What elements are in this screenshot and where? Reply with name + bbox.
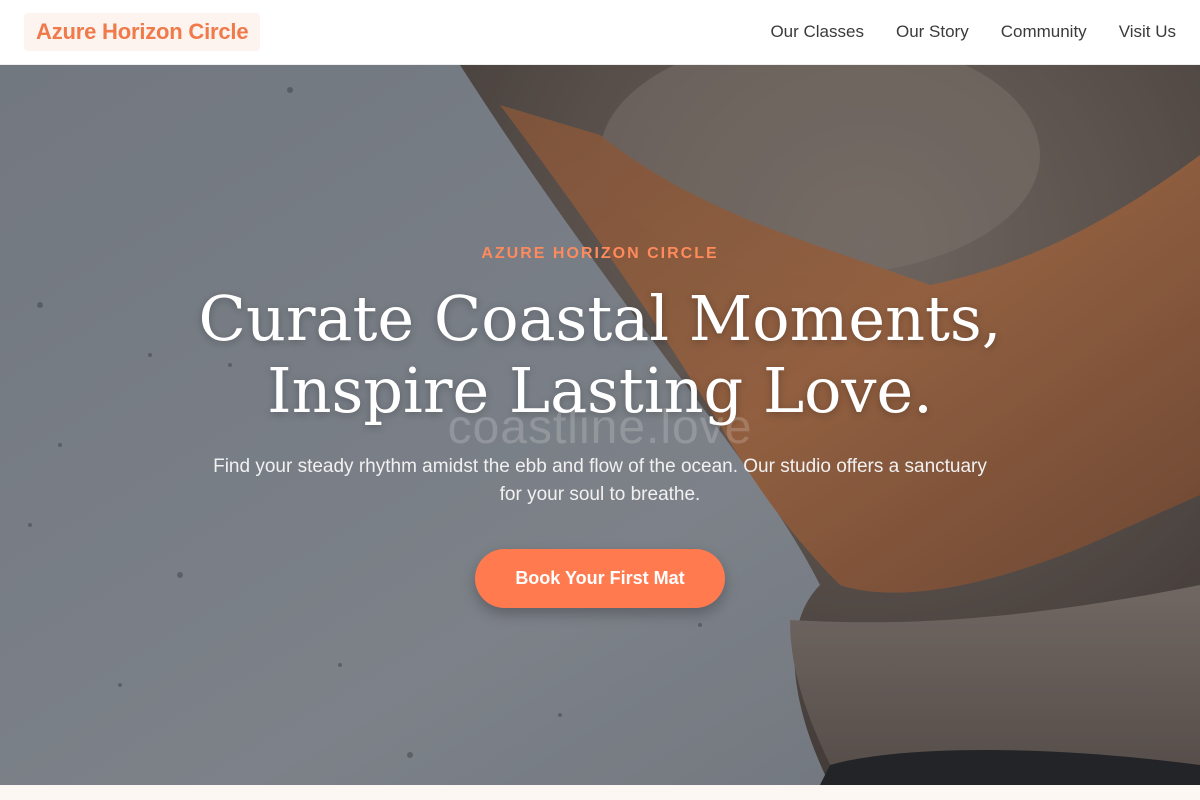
hero-headline-line-1: Curate Coastal Moments, xyxy=(198,282,1002,355)
nav-link-community[interactable]: Community xyxy=(1001,22,1087,42)
nav-link-our-story[interactable]: Our Story xyxy=(896,22,969,42)
hero-eyebrow: AZURE HORIZON CIRCLE xyxy=(481,245,719,262)
watermark-text: coastline.love xyxy=(447,401,753,454)
main-nav: Our Classes Our Story Community Visit Us xyxy=(770,22,1176,42)
next-section-edge xyxy=(0,785,1200,800)
hero-content: AZURE HORIZON CIRCLE Curate Coastal Mome… xyxy=(0,245,1200,608)
book-first-mat-button[interactable]: Book Your First Mat xyxy=(475,549,725,608)
nav-link-visit-us[interactable]: Visit Us xyxy=(1119,22,1176,42)
hero-section: AZURE HORIZON CIRCLE Curate Coastal Mome… xyxy=(0,65,1200,785)
site-logo[interactable]: Azure Horizon Circle xyxy=(24,13,261,51)
hero-subtext: Find your steady rhythm amidst the ebb a… xyxy=(213,456,987,505)
site-header: Azure Horizon Circle Our Classes Our Sto… xyxy=(0,0,1200,65)
nav-link-our-classes[interactable]: Our Classes xyxy=(770,22,864,42)
